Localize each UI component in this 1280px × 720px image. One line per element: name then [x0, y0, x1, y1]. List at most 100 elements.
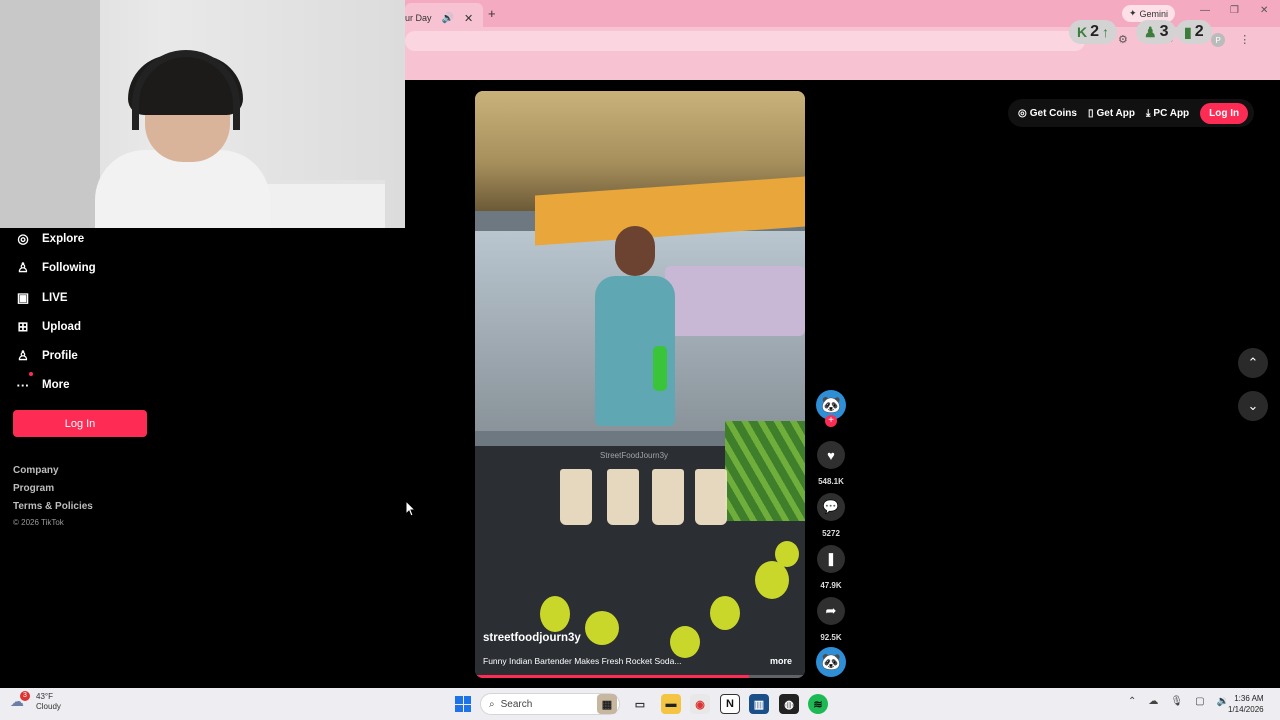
webcam-feed	[0, 0, 405, 228]
pc-app-label: PC App	[1153, 107, 1190, 119]
viewer-count: 3	[1159, 23, 1169, 40]
search-placeholder: Search	[500, 698, 533, 710]
video-description: Funny Indian Bartender Makes Fresh Rocke…	[483, 656, 682, 666]
up-arrow-icon: ↑	[1102, 24, 1110, 40]
get-app-button[interactable]: ▯ Get App	[1088, 108, 1135, 119]
like-button[interactable]: ♥	[817, 441, 845, 469]
kick-counter: K 2 ↑	[1069, 20, 1118, 44]
comment-button[interactable]: 💬	[817, 493, 845, 521]
file-explorer-icon[interactable]: ▬	[661, 694, 681, 714]
video-progress-fill	[475, 675, 749, 678]
clock-date: 1/14/2026	[1228, 705, 1264, 714]
cloud-icon: ☁ 3	[10, 691, 30, 711]
bookmark-icon: ❚	[825, 551, 837, 566]
kebab-menu-icon[interactable]: ⋮	[1239, 33, 1250, 47]
viewer-icon: ♟	[1144, 23, 1157, 40]
save-button[interactable]: ❚	[817, 545, 845, 573]
taskbar: ☁ 3 43°F Cloudy ⌕ Search ▦ ▭ ▬ ◉ N ▥ ◍ ≋…	[0, 688, 1280, 720]
chrome-icon[interactable]: ◉	[690, 694, 710, 714]
speaker-icon[interactable]: 🔊	[442, 13, 454, 24]
obs-icon[interactable]: ◍	[779, 694, 799, 714]
minimize-icon[interactable]: —	[1200, 5, 1210, 16]
sidebar-item-label: Following	[42, 262, 96, 274]
download-icon: ⤓	[1146, 107, 1151, 119]
sidebar-item-label: Profile	[42, 350, 78, 362]
video-author[interactable]: streetfoodjourn3y	[483, 632, 581, 644]
video-player[interactable]: StreetFoodJourn3y streetfoodjourn3y Funn…	[475, 91, 805, 678]
spotify-icon[interactable]: ≋	[808, 694, 828, 714]
clock[interactable]: 1:36 AM 1/14/2026	[1228, 693, 1264, 715]
share-icon: ➦	[825, 603, 837, 618]
save-count: 47.9K	[820, 581, 842, 590]
address-bar[interactable]	[405, 31, 1085, 51]
task-view-icon[interactable]: ▭	[630, 694, 650, 714]
phone-icon: ▯	[1087, 107, 1094, 119]
footer-link-terms[interactable]: Terms & Policies	[13, 501, 93, 512]
tab-title: ur Day	[405, 13, 432, 23]
more-link[interactable]: more	[770, 656, 792, 666]
weather-condition: Cloudy	[36, 702, 61, 711]
get-coins-label: Get Coins	[1029, 107, 1077, 119]
sound-avatar[interactable]: 🐼	[816, 647, 846, 677]
video-progress-bar[interactable]	[475, 675, 805, 678]
close-tab-icon[interactable]: ✕	[464, 12, 473, 25]
maximize-icon[interactable]: ❐	[1230, 5, 1239, 16]
widget-app-icon[interactable]: ▦	[597, 694, 617, 714]
viewer-counter: ♟ 3	[1136, 20, 1177, 44]
clock-time: 1:36 AM	[1234, 694, 1264, 703]
chevron-down-icon: ⌄	[1247, 398, 1259, 413]
like-count: 548.1K	[818, 477, 844, 486]
bars-icon: ▮	[1184, 23, 1192, 40]
sidebar-item-label: Explore	[42, 233, 85, 245]
share-button[interactable]: ➦	[817, 597, 845, 625]
previous-video-button[interactable]: ⌃	[1238, 348, 1268, 378]
notion-icon[interactable]: N	[720, 694, 740, 714]
profile-avatar[interactable]: P	[1211, 33, 1226, 47]
sidebar-item-label: Upload	[42, 321, 81, 333]
top-login-button[interactable]: Log In	[1200, 102, 1249, 124]
sidebar-item-profile[interactable]: ♙ Profile	[15, 345, 78, 367]
browser-tab[interactable]: ur Day 🔊 ✕	[405, 3, 483, 27]
get-app-label: Get App	[1096, 107, 1135, 119]
windows-start-icon[interactable]	[455, 696, 471, 712]
footer-link-company[interactable]: Company	[13, 465, 59, 476]
more-icon: ···	[16, 377, 30, 393]
sidebar-item-more[interactable]: ··· More	[15, 372, 70, 396]
mouse-cursor-icon	[405, 500, 417, 517]
footer-link-program[interactable]: Program	[13, 483, 54, 494]
new-tab-button[interactable]: +	[488, 6, 496, 21]
chevron-up-icon[interactable]: ⌃	[1128, 696, 1136, 707]
next-video-button[interactable]: ⌄	[1238, 391, 1268, 421]
stats-app-icon[interactable]: ▥	[749, 694, 769, 714]
heart-icon: ♥	[827, 447, 835, 463]
sidebar-item-live[interactable]: ▣ LIVE	[15, 287, 68, 309]
display-icon[interactable]: ▢	[1195, 696, 1204, 707]
sidebar-item-label: More	[42, 379, 70, 391]
sidebar-item-following[interactable]: ♙ Following	[15, 257, 96, 279]
top-actions: ◎ Get Coins ▯ Get App ⤓ PC App Log In	[1008, 99, 1255, 127]
live-icon: ▣	[16, 290, 30, 305]
upload-icon: ⊞	[17, 319, 29, 334]
sidebar-login-button[interactable]: Log In	[13, 410, 147, 437]
pc-app-button[interactable]: ⤓ PC App	[1146, 108, 1189, 119]
kick-count: 2	[1090, 23, 1100, 40]
sidebar-item-explore[interactable]: ◎ Explore	[15, 228, 84, 250]
get-coins-button[interactable]: ◎ Get Coins	[1018, 108, 1077, 119]
extension-icon[interactable]: ⚙	[1118, 33, 1128, 47]
weather-widget[interactable]: ☁ 3 43°F Cloudy	[10, 691, 61, 712]
video-watermark: StreetFoodJourn3y	[600, 451, 669, 460]
coin-icon: ◎	[1018, 107, 1027, 119]
system-tray: ⌃ ☁ 🎙 ▢ 🔉	[1128, 696, 1229, 707]
bars-count: 2	[1194, 23, 1204, 40]
close-window-icon[interactable]: ✕	[1260, 5, 1268, 16]
notification-dot	[29, 372, 33, 376]
weather-temp: 43°F	[36, 692, 53, 701]
search-icon: ⌕	[489, 698, 495, 710]
comment-icon: 💬	[822, 499, 840, 514]
bars-counter: ▮ 2	[1176, 20, 1212, 44]
microphone-icon[interactable]: 🎙	[1170, 696, 1183, 707]
network-app-icon[interactable]: ☁	[1148, 696, 1158, 707]
kick-icon: K	[1077, 24, 1088, 40]
follow-plus-icon[interactable]: +	[825, 415, 837, 427]
sidebar-item-upload[interactable]: ⊞ Upload	[15, 316, 81, 338]
